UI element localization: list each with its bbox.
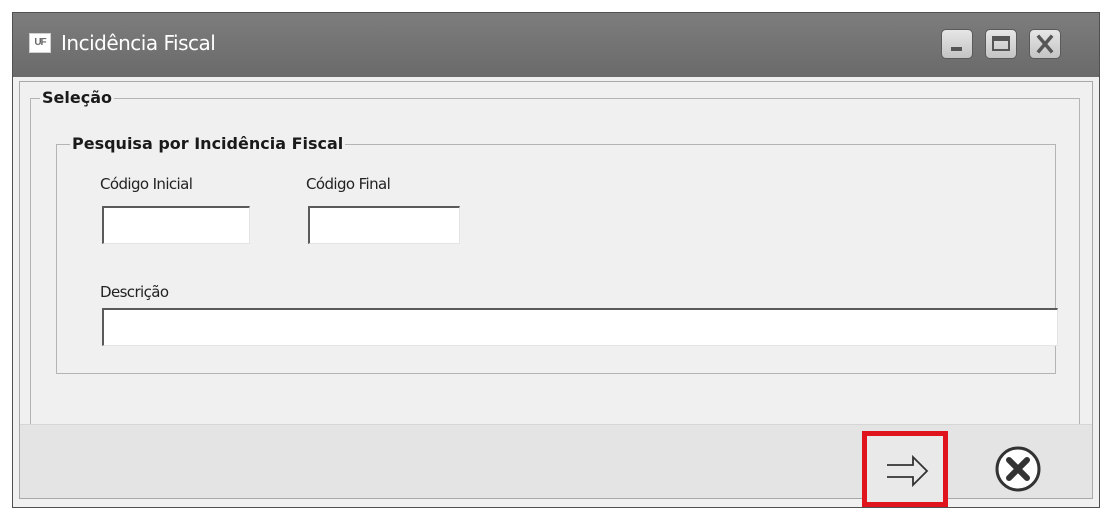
app-icon: UF	[29, 33, 51, 53]
descricao-input[interactable]	[102, 308, 1058, 346]
cancel-button[interactable]	[992, 443, 1044, 495]
maximize-icon	[992, 36, 1010, 51]
incidencia-fiscal-window: UF Incidência Fiscal Seleção Pesquisa po…	[12, 12, 1100, 508]
window-title: Incidência Fiscal	[61, 31, 216, 55]
codigo-inicial-label: Código Inicial	[100, 175, 193, 193]
action-bar	[20, 424, 1092, 507]
arrow-right-icon	[887, 454, 929, 488]
window-content: Seleção Pesquisa por Incidência Fiscal C…	[19, 81, 1093, 507]
cancel-x-icon	[995, 446, 1041, 492]
title-bar[interactable]: UF Incidência Fiscal	[13, 13, 1099, 77]
codigo-final-input[interactable]	[308, 206, 460, 244]
close-icon	[1036, 34, 1054, 54]
codigo-inicial-input[interactable]	[102, 206, 250, 244]
search-legend: Pesquisa por Incidência Fiscal	[70, 134, 346, 154]
minimize-icon	[951, 47, 962, 51]
close-button[interactable]	[1029, 29, 1061, 59]
descricao-label: Descrição	[100, 283, 169, 301]
selection-legend: Seleção	[40, 88, 114, 108]
minimize-button[interactable]	[941, 29, 973, 59]
codigo-final-label: Código Final	[306, 175, 391, 193]
execute-button[interactable]	[862, 431, 948, 507]
maximize-button[interactable]	[985, 29, 1017, 59]
